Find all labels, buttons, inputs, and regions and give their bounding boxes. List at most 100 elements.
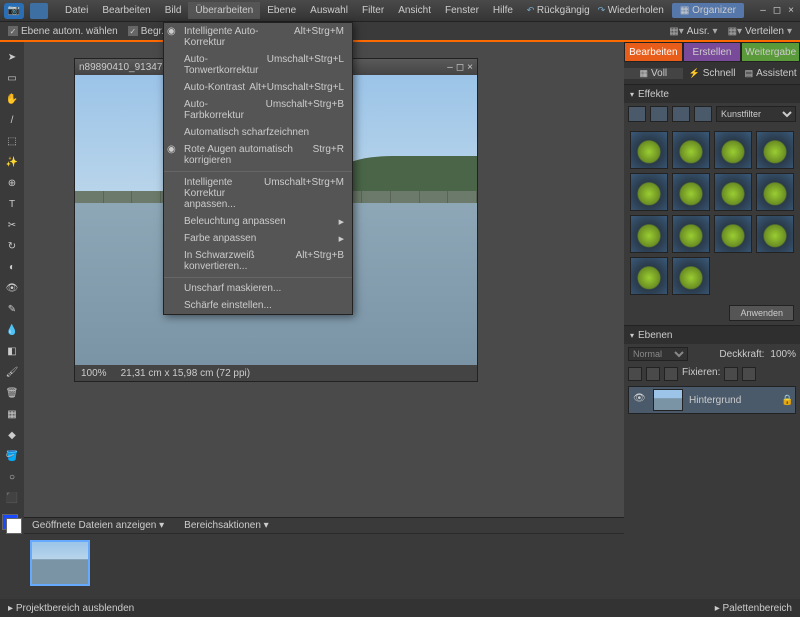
tool-icon[interactable]: ○ <box>3 468 21 486</box>
blend-mode-select[interactable]: Normal <box>628 347 688 361</box>
lock-pixels-icon[interactable] <box>724 367 738 381</box>
menuitem[interactable]: Automatisch scharfzeichnen <box>164 124 352 141</box>
bin-actions-dropdown[interactable]: Bereichsaktionen ▾ <box>184 520 269 531</box>
zoom-level[interactable]: 100% <box>81 368 107 379</box>
lock-all-icon[interactable] <box>742 367 756 381</box>
redo-button[interactable]: ↷ Wiederholen <box>598 5 664 16</box>
menu-hilfe[interactable]: Hilfe <box>486 2 520 19</box>
tab-edit[interactable]: Bearbeiten <box>624 42 683 62</box>
tab-share[interactable]: Weitergabe <box>741 42 800 62</box>
layer-mask-icon[interactable] <box>646 367 660 381</box>
menu-ansicht[interactable]: Ansicht <box>391 2 438 19</box>
menuitem[interactable]: Auto-KontrastAlt+Umschalt+Strg+L <box>164 79 352 96</box>
subtab-assist[interactable]: ▤ Assistent <box>741 68 800 79</box>
app-logo-icon[interactable]: 📷 <box>4 3 24 19</box>
menuitem[interactable]: Intelligente Korrektur anpassen...Umscha… <box>164 174 352 213</box>
hide-project-bin-button[interactable]: ▸ Projektbereich ausblenden <box>8 603 134 614</box>
tool-icon[interactable]: ✨ <box>3 153 21 171</box>
doc-close-button[interactable]: × <box>467 62 473 73</box>
effect-thumbnail[interactable] <box>630 215 668 253</box>
tool-icon[interactable]: ⬛ <box>3 489 21 507</box>
open-files-dropdown[interactable]: Geöffnete Dateien anzeigen ▾ <box>32 520 164 531</box>
tool-icon[interactable]: ◐ <box>3 258 21 276</box>
tool-icon[interactable]: ▭ <box>3 69 21 87</box>
effect-thumbnail[interactable] <box>672 173 710 211</box>
opacity-value[interactable]: 100% <box>770 349 796 360</box>
tool-icon[interactable]: ◧ <box>3 342 21 360</box>
effect-thumbnail[interactable] <box>756 131 794 169</box>
menu-überarbeiten[interactable]: Überarbeiten <box>188 2 260 19</box>
palette-bin-button[interactable]: ▸ Palettenbereich <box>715 603 792 614</box>
background-color[interactable] <box>6 518 22 534</box>
undo-button[interactable]: ↶ Rückgängig <box>527 5 590 16</box>
menuitem[interactable]: Schärfe einstellen... <box>164 297 352 314</box>
menuitem[interactable]: Auto-TonwertkorrekturUmschalt+Strg+L <box>164 51 352 79</box>
tool-icon[interactable]: ✂ <box>3 216 21 234</box>
effects-category-2-icon[interactable] <box>650 106 668 122</box>
doc-minimize-button[interactable]: – <box>447 62 453 73</box>
effect-thumbnail[interactable] <box>714 173 752 211</box>
effect-thumbnail[interactable] <box>756 215 794 253</box>
effect-thumbnail[interactable] <box>672 215 710 253</box>
effect-thumbnail[interactable] <box>630 173 668 211</box>
layer-name[interactable]: Hintergrund <box>689 395 741 406</box>
effects-category-3-icon[interactable] <box>672 106 690 122</box>
organizer-button[interactable]: ▦ Organizer <box>672 3 744 18</box>
tool-icon[interactable]: 🗑 <box>3 384 21 402</box>
effect-thumbnail[interactable] <box>756 173 794 211</box>
effects-panel-header[interactable]: Effekte <box>624 85 800 103</box>
menuitem[interactable]: Auto-FarbkorrekturUmschalt+Strg+B <box>164 96 352 124</box>
effect-thumbnail[interactable] <box>630 131 668 169</box>
tool-icon[interactable]: 🪣 <box>3 447 21 465</box>
tool-icon[interactable]: ✎ <box>3 300 21 318</box>
apply-button[interactable]: Anwenden <box>729 305 794 321</box>
effects-category-1-icon[interactable] <box>628 106 646 122</box>
home-icon[interactable] <box>30 3 48 19</box>
tool-icon[interactable]: T <box>3 195 21 213</box>
tool-icon[interactable]: 💧 <box>3 321 21 339</box>
subtab-full[interactable]: ▦ Voll <box>624 68 683 79</box>
tool-icon[interactable]: 👁 <box>3 279 21 297</box>
close-button[interactable]: × <box>786 5 796 16</box>
tool-icon[interactable]: ◆ <box>3 426 21 444</box>
effect-thumbnail[interactable] <box>672 131 710 169</box>
menuitem[interactable]: In Schwarzweiß konvertieren...Alt+Strg+B <box>164 247 352 275</box>
layer-fx-icon[interactable] <box>664 367 678 381</box>
layers-panel-header[interactable]: Ebenen <box>624 326 800 344</box>
tool-icon[interactable]: ⬚ <box>3 132 21 150</box>
menu-filter[interactable]: Filter <box>355 2 391 19</box>
minimize-button[interactable]: – <box>758 5 768 16</box>
menu-datei[interactable]: Datei <box>58 2 95 19</box>
doc-maximize-button[interactable]: ◻ <box>456 62 464 73</box>
effects-category-4-icon[interactable] <box>694 106 712 122</box>
effect-thumbnail[interactable] <box>630 257 668 295</box>
visibility-icon[interactable]: 👁 <box>633 393 647 407</box>
tool-icon[interactable]: ✋ <box>3 90 21 108</box>
menu-auswahl[interactable]: Auswahl <box>303 2 355 19</box>
effect-thumbnail[interactable] <box>672 257 710 295</box>
project-thumbnail[interactable] <box>30 540 90 586</box>
auto-select-layer-checkbox[interactable]: Ebene autom. wählen <box>8 26 118 37</box>
new-layer-icon[interactable] <box>628 367 642 381</box>
distribute-dropdown[interactable]: ▦▾ Verteilen ▾ <box>728 26 792 37</box>
tool-icon[interactable]: ▦ <box>3 405 21 423</box>
menuitem[interactable]: Farbe anpassen <box>164 230 352 247</box>
menuitem[interactable]: Unscharf maskieren... <box>164 280 352 297</box>
layer-thumbnail[interactable] <box>653 389 683 411</box>
tool-icon[interactable]: ➤ <box>3 48 21 66</box>
menu-ebene[interactable]: Ebene <box>260 2 303 19</box>
effect-thumbnail[interactable] <box>714 215 752 253</box>
subtab-quick[interactable]: ⚡ Schnell <box>683 68 742 79</box>
maximize-button[interactable]: ◻ <box>772 5 782 16</box>
tool-icon[interactable]: 🖌 <box>3 363 21 381</box>
effects-filter-select[interactable]: Kunstfilter <box>716 106 796 122</box>
menu-bild[interactable]: Bild <box>158 2 189 19</box>
align-dropdown[interactable]: ▦▾ Ausr. ▾ <box>669 26 717 37</box>
menu-bearbeiten[interactable]: Bearbeiten <box>95 2 157 19</box>
menu-fenster[interactable]: Fenster <box>438 2 486 19</box>
layer-row-background[interactable]: 👁 Hintergrund 🔒 <box>628 386 796 414</box>
tool-icon[interactable]: / <box>3 111 21 129</box>
menuitem[interactable]: ◉Intelligente Auto-KorrekturAlt+Strg+M <box>164 23 352 51</box>
tool-icon[interactable]: ⊕ <box>3 174 21 192</box>
effect-thumbnail[interactable] <box>714 131 752 169</box>
